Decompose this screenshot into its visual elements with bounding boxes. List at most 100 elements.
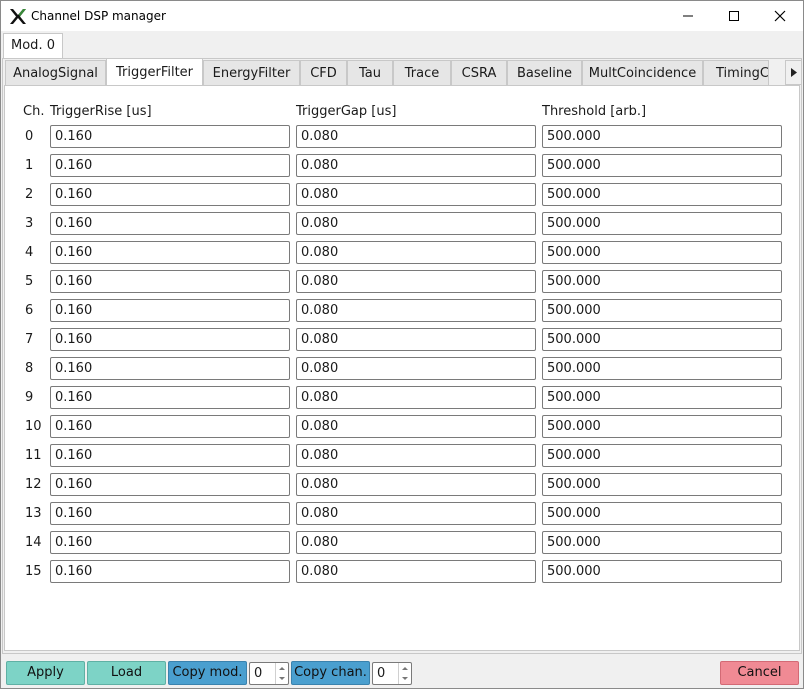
trigger-rise-input[interactable]: 0.160	[50, 415, 290, 438]
trigger-rise-input[interactable]: 0.160	[50, 444, 290, 467]
channel-label: 1	[25, 158, 34, 173]
copy-channel-value: 0	[377, 666, 386, 681]
tab-timing-coincidence[interactable]: TimingCo	[703, 60, 769, 85]
spin-up-icon[interactable]	[279, 667, 285, 670]
threshold-input[interactable]: 500.000	[542, 212, 782, 235]
threshold-input[interactable]: 500.000	[542, 183, 782, 206]
spin-down-icon[interactable]	[279, 677, 285, 680]
title-bar: Channel DSP manager	[1, 1, 803, 31]
tab-tau[interactable]: Tau	[347, 60, 393, 85]
trigger-gap-input[interactable]: 0.080	[296, 444, 536, 467]
maximize-icon	[729, 11, 739, 21]
load-button[interactable]: Load	[87, 661, 166, 685]
trigger-rise-input[interactable]: 0.160	[50, 560, 290, 583]
trigger-gap-input[interactable]: 0.080	[296, 473, 536, 496]
trigger-gap-input[interactable]: 0.080	[296, 357, 536, 380]
tab-energy-filter[interactable]: EnergyFilter	[203, 60, 300, 85]
copy-module-arrows[interactable]	[275, 663, 288, 684]
tab-scroll-right-button[interactable]	[785, 60, 802, 85]
trigger-gap-input[interactable]: 0.080	[296, 241, 536, 264]
minimize-icon	[683, 15, 693, 17]
tab-csra[interactable]: CSRA	[451, 60, 507, 85]
trigger-gap-input[interactable]: 0.080	[296, 125, 536, 148]
module-tab-bar: Mod. 0	[1, 31, 803, 59]
spin-up-icon[interactable]	[402, 667, 408, 670]
trigger-gap-input[interactable]: 0.080	[296, 502, 536, 525]
threshold-input[interactable]: 500.000	[542, 444, 782, 467]
trigger-gap-input[interactable]: 0.080	[296, 386, 536, 409]
copy-channel-spinbox[interactable]: 0	[372, 662, 412, 685]
copy-module-value: 0	[254, 666, 263, 681]
trigger-rise-input[interactable]: 0.160	[50, 125, 290, 148]
copy-channel-arrows[interactable]	[398, 663, 411, 684]
close-button[interactable]	[757, 1, 803, 31]
trigger-rise-input[interactable]: 0.160	[50, 386, 290, 409]
threshold-input[interactable]: 500.000	[542, 473, 782, 496]
threshold-input[interactable]: 500.000	[542, 386, 782, 409]
trigger-rise-input[interactable]: 0.160	[50, 357, 290, 380]
apply-button[interactable]: Apply	[6, 661, 85, 685]
channel-label: 4	[25, 245, 34, 260]
cancel-button[interactable]: Cancel	[720, 661, 799, 685]
trigger-gap-input[interactable]: 0.080	[296, 212, 536, 235]
channel-label: 3	[25, 216, 34, 231]
tab-trace[interactable]: Trace	[393, 60, 451, 85]
threshold-input[interactable]: 500.000	[542, 357, 782, 380]
trigger-rise-input[interactable]: 0.160	[50, 328, 290, 351]
trigger-rise-input[interactable]: 0.160	[50, 183, 290, 206]
window-title: Channel DSP manager	[31, 9, 166, 23]
maximize-button[interactable]	[711, 1, 757, 31]
trigger-gap-input[interactable]: 0.080	[296, 270, 536, 293]
threshold-input[interactable]: 500.000	[542, 299, 782, 322]
channel-label: 14	[25, 535, 42, 550]
threshold-input[interactable]: 500.000	[542, 502, 782, 525]
channel-dsp-window: Channel DSP manager Mod. 0 AnalogSignal …	[0, 0, 804, 689]
threshold-input[interactable]: 500.000	[542, 154, 782, 177]
tab-cfd[interactable]: CFD	[300, 60, 347, 85]
tab-module-0[interactable]: Mod. 0	[3, 33, 63, 59]
trigger-rise-input[interactable]: 0.160	[50, 241, 290, 264]
trigger-rise-input[interactable]: 0.160	[50, 473, 290, 496]
trigger-rise-input[interactable]: 0.160	[50, 212, 290, 235]
tab-baseline[interactable]: Baseline	[507, 60, 582, 85]
spin-down-icon[interactable]	[402, 677, 408, 680]
threshold-input[interactable]: 500.000	[542, 270, 782, 293]
header-threshold: Threshold [arb.]	[542, 104, 647, 119]
trigger-rise-input[interactable]: 0.160	[50, 154, 290, 177]
copy-module-spinbox[interactable]: 0	[249, 662, 289, 685]
channel-label: 12	[25, 477, 42, 492]
channel-label: 8	[25, 361, 34, 376]
minimize-button[interactable]	[665, 1, 711, 31]
trigger-rise-input[interactable]: 0.160	[50, 299, 290, 322]
trigger-gap-input[interactable]: 0.080	[296, 560, 536, 583]
trigger-rise-input[interactable]: 0.160	[50, 502, 290, 525]
trigger-gap-input[interactable]: 0.080	[296, 183, 536, 206]
channel-label: 6	[25, 303, 34, 318]
copy-module-button[interactable]: Copy mod.	[168, 661, 247, 685]
channel-label: 7	[25, 332, 34, 347]
threshold-input[interactable]: 500.000	[542, 328, 782, 351]
trigger-gap-input[interactable]: 0.080	[296, 531, 536, 554]
channel-label: 0	[25, 129, 34, 144]
trigger-gap-input[interactable]: 0.080	[296, 415, 536, 438]
trigger-gap-input[interactable]: 0.080	[296, 299, 536, 322]
header-trigger-gap: TriggerGap [us]	[296, 104, 397, 119]
threshold-input[interactable]: 500.000	[542, 125, 782, 148]
threshold-input[interactable]: 500.000	[542, 415, 782, 438]
tab-scroll-right-icon	[790, 68, 797, 77]
threshold-input[interactable]: 500.000	[542, 560, 782, 583]
threshold-input[interactable]: 500.000	[542, 241, 782, 264]
close-icon	[774, 10, 786, 22]
trigger-rise-input[interactable]: 0.160	[50, 270, 290, 293]
trigger-gap-input[interactable]: 0.080	[296, 154, 536, 177]
tab-mult-coincidence[interactable]: MultCoincidence	[582, 60, 703, 85]
trigger-rise-input[interactable]: 0.160	[50, 531, 290, 554]
channel-label: 5	[25, 274, 34, 289]
tab-analog-signal[interactable]: AnalogSignal	[5, 60, 106, 85]
copy-channel-button[interactable]: Copy chan.	[291, 661, 370, 685]
tab-trigger-filter[interactable]: TriggerFilter	[106, 58, 203, 86]
threshold-input[interactable]: 500.000	[542, 531, 782, 554]
trigger-gap-input[interactable]: 0.080	[296, 328, 536, 351]
channel-label: 2	[25, 187, 34, 202]
app-logo-icon	[10, 9, 26, 24]
